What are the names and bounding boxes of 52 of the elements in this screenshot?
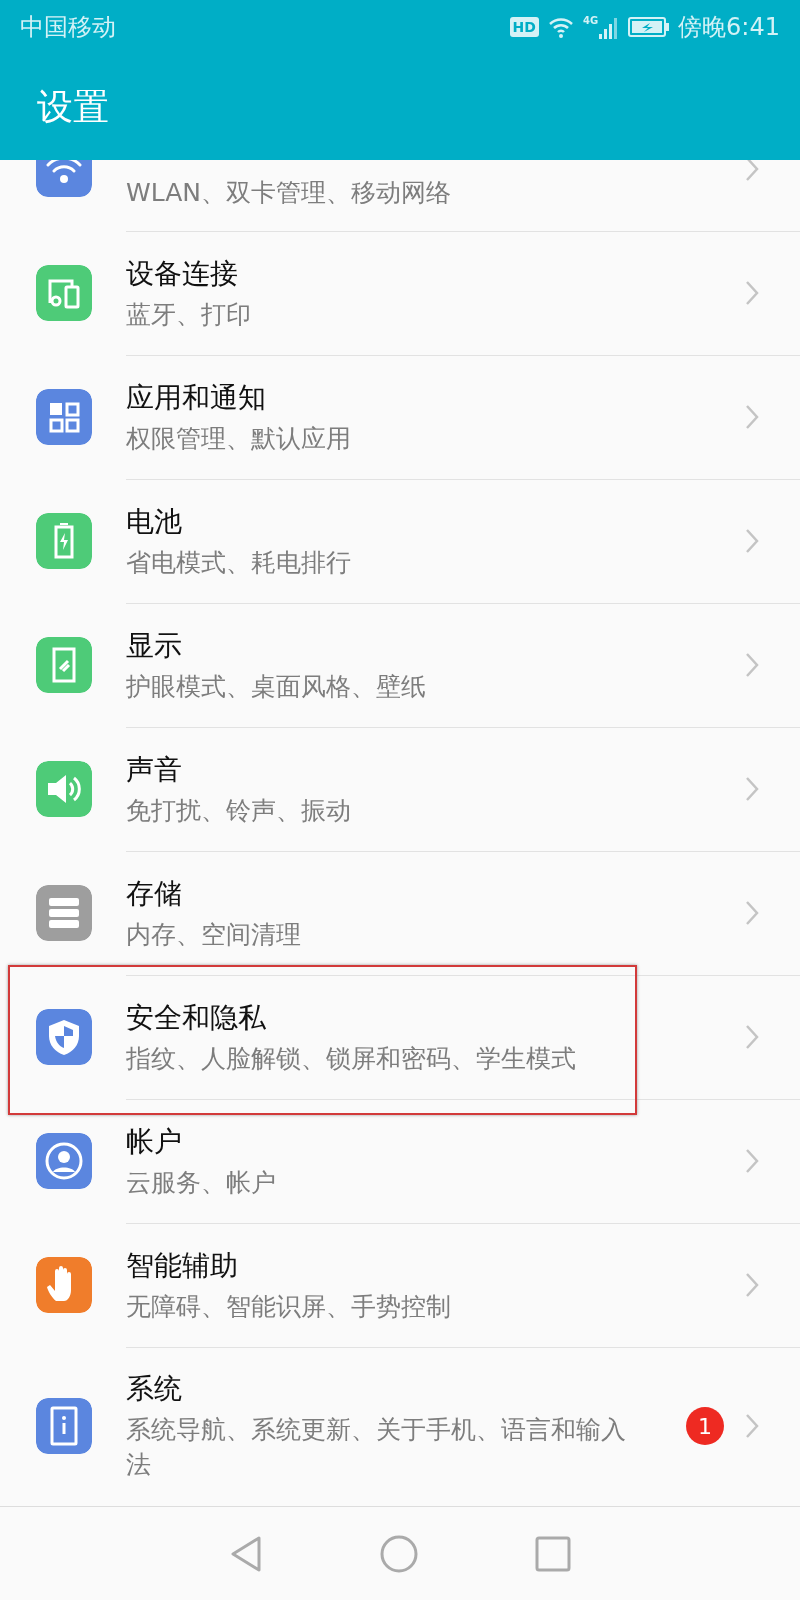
chevron-icon	[744, 160, 760, 183]
screen-title: 设置	[37, 84, 109, 129]
item-subtitle: 无障碍、智能识屏、手势控制	[126, 1290, 452, 1323]
item-subtitle: 免打扰、铃声、振动	[126, 794, 352, 827]
item-subtitle: 系统导航、系统更新、关于手机、语言和输入法	[126, 1414, 627, 1481]
settings-item[interactable]: 应用和通知 权限管理、默认应用	[0, 355, 800, 479]
chevron-icon	[744, 1271, 760, 1299]
chevron-icon	[744, 1147, 760, 1175]
network-type: 4G	[582, 15, 599, 26]
item-title: 系统	[126, 1371, 183, 1407]
hd-indicator: HD	[509, 17, 539, 37]
item-subtitle: WLAN、双卡管理、移动网络	[126, 176, 453, 209]
settings-item[interactable]: 电池 省电模式、耗电排行	[0, 479, 800, 603]
home-button[interactable]	[380, 1534, 418, 1573]
settings-item[interactable]: 安全和隐私 指纹、人脸解锁、锁屏和密码、学生模式	[0, 975, 800, 1099]
item-title: 设备连接	[126, 255, 239, 292]
settings-item[interactable]: 帐户 云服务、帐户	[0, 1099, 800, 1223]
item-subtitle: 权限管理、默认应用	[126, 422, 352, 455]
chevron-icon	[744, 527, 760, 555]
settings-item[interactable]: 设备连接 蓝牙、打印	[0, 231, 800, 355]
chevron-icon	[744, 1023, 760, 1051]
chevron-icon	[744, 279, 760, 307]
settings-item[interactable]: WLAN、双卡管理、移动网络	[0, 160, 800, 231]
item-subtitle: 省电模式、耗电排行	[126, 546, 352, 579]
chevron-icon	[744, 899, 760, 927]
chevron-icon	[744, 651, 760, 679]
item-title: 应用和通知	[126, 379, 267, 416]
item-title: 安全和隐私	[126, 999, 267, 1036]
item-title: 智能辅助	[126, 1247, 239, 1284]
battery-icon	[628, 16, 671, 38]
carrier-name: 中国移动	[20, 12, 116, 43]
recents-button[interactable]	[535, 1535, 572, 1572]
settings-item[interactable]: 存储 内存、空间清理	[0, 851, 800, 975]
item-subtitle: 云服务、帐户	[126, 1166, 277, 1199]
item-title: 存储	[126, 875, 183, 912]
settings-item[interactable]: 智能辅助 无障碍、智能识屏、手势控制	[0, 1223, 800, 1347]
item-subtitle: 内存、空间清理	[126, 918, 302, 951]
notification-badge: 1	[686, 1407, 724, 1445]
item-title: 电池	[126, 503, 183, 540]
clock-time: 傍晚6:41	[678, 12, 780, 43]
chevron-icon	[744, 403, 760, 431]
settings-item[interactable]: 显示 护眼模式、桌面风格、壁纸	[0, 603, 800, 727]
settings-item[interactable]: 声音 免打扰、铃声、振动	[0, 727, 800, 851]
chevron-icon	[744, 775, 760, 803]
chevron-icon	[744, 1412, 760, 1440]
item-title: 声音	[126, 751, 183, 788]
item-subtitle: 指纹、人脸解锁、锁屏和密码、学生模式	[126, 1042, 577, 1075]
item-subtitle: 护眼模式、桌面风格、壁纸	[126, 670, 427, 703]
item-title: 帐户	[126, 1123, 183, 1160]
item-title: 显示	[126, 627, 183, 664]
item-subtitle: 蓝牙、打印	[126, 298, 252, 331]
settings-item[interactable]: 系统 系统导航、系统更新、关于手机、语言和输入法 1	[0, 1347, 800, 1505]
